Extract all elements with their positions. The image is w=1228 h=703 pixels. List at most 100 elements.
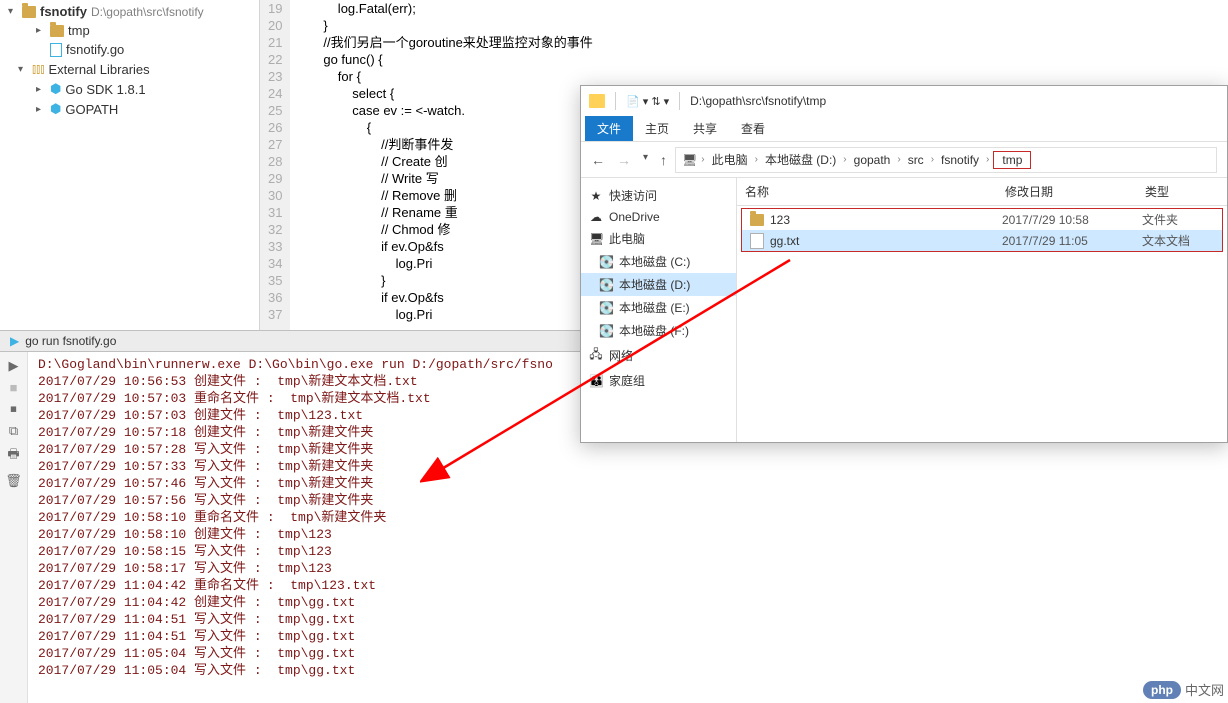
nav-item-label: 本地磁盘 (F:) xyxy=(619,322,689,339)
file-date: 2017/7/29 10:58 xyxy=(1002,213,1142,227)
rerun-icon[interactable]: ▶ xyxy=(9,358,19,374)
chevron-icon: ▸ xyxy=(36,104,46,115)
nav-item-label: 本地磁盘 (D:) xyxy=(619,276,690,293)
php-badge: php xyxy=(1143,681,1181,699)
explorer-titlebar[interactable]: 📄 ▾ ⇅ ▾ D:\gopath\src\fsnotify\tmp xyxy=(581,86,1227,116)
nav-back-icon[interactable]: ← xyxy=(591,152,605,168)
ribbon-tab-主页[interactable]: 主页 xyxy=(633,116,681,141)
nav-history-icon[interactable]: ▾ xyxy=(643,152,648,168)
nav-pane-item[interactable]: 💽 本地磁盘 (F:) xyxy=(581,319,736,342)
breadcrumb-item[interactable]: tmp xyxy=(993,151,1031,169)
line-gutter: 19202122232425262728293031323334353637 xyxy=(260,0,290,330)
file-row[interactable]: gg.txt 2017/7/29 11:05文本文档 xyxy=(742,230,1222,251)
tree-item-label: fsnotify.go xyxy=(66,42,124,57)
project-sidebar: ▾ fsnotify D:\gopath\src\fsnotify ▸ tmp fs… xyxy=(0,0,260,330)
explorer-file-list[interactable]: 名称 修改日期 类型 123 2017/7/29 10:58文件夹 gg.txt 20… xyxy=(737,178,1227,442)
file-row[interactable]: 123 2017/7/29 10:58文件夹 xyxy=(742,209,1222,230)
ribbon-tab-查看[interactable]: 查看 xyxy=(729,116,777,141)
console-toolbar: ▶ ■ ⏹ ⧉ 🖶 🗑 xyxy=(0,352,28,703)
nav-item-icon: 👪 xyxy=(589,374,603,388)
col-type[interactable]: 类型 xyxy=(1137,178,1217,205)
breadcrumb-item[interactable]: 本地磁盘 (D:) xyxy=(762,151,839,168)
watermark-logo: php 中文网 xyxy=(1143,680,1224,699)
nav-item-label: 网络 xyxy=(609,347,633,364)
nav-pane-item[interactable]: ☁OneDrive xyxy=(581,207,736,227)
exit-icon[interactable]: ⏹ xyxy=(10,401,17,417)
col-name[interactable]: 名称 xyxy=(737,178,997,205)
external-libs-label: External Libraries xyxy=(48,62,149,77)
sdk-icon: ⬢ xyxy=(50,81,61,97)
chevron-down-icon: ▾ xyxy=(8,6,18,17)
nav-item-icon: 💽 xyxy=(599,324,613,338)
tree-item-fsnotify.go[interactable]: fsnotify.go xyxy=(0,40,259,59)
file-type: 文件夹 xyxy=(1142,211,1222,228)
lib-item[interactable]: ▸ ⬢ Go SDK 1.8.1 xyxy=(0,79,259,99)
nav-pane-item[interactable]: 💽本地磁盘 (C:) xyxy=(581,250,736,273)
nav-up-icon[interactable]: ↑ xyxy=(660,152,667,168)
file-name: 123 xyxy=(770,213,790,227)
title-toolbar-icons: 📄 ▾ ⇅ ▾ xyxy=(626,95,669,108)
file-name: gg.txt xyxy=(770,234,799,248)
nav-pane-item[interactable]: ★ 快速访问 xyxy=(581,184,736,207)
tree-item-tmp[interactable]: ▸ tmp xyxy=(0,21,259,40)
folder-icon xyxy=(22,6,36,18)
nav-item-icon: 🖥 xyxy=(589,232,603,246)
layout-icon[interactable]: ⧉ xyxy=(9,423,18,439)
chevron-down-icon: ▾ xyxy=(18,64,28,75)
breadcrumb-item[interactable]: 此电脑 xyxy=(709,151,751,168)
lib-item[interactable]: ▸⬢GOPATH xyxy=(0,99,259,119)
nav-item-label: 家庭组 xyxy=(609,372,645,389)
nav-item-icon: 💽 xyxy=(599,278,613,292)
nav-item-label: 快速访问 xyxy=(609,187,657,204)
nav-pane-item[interactable]: 💽 本地磁盘 (D:) xyxy=(581,273,736,296)
chevron-icon: ▸ xyxy=(36,25,46,36)
external-libraries[interactable]: ▾ ⫾⫾⫾ External Libraries xyxy=(0,59,259,79)
breadcrumb-item[interactable]: fsnotify xyxy=(938,153,982,167)
library-icon: ⫾⫾⫾ xyxy=(32,61,44,77)
nav-pane-item[interactable]: 🖥 此电脑 xyxy=(581,227,736,250)
ribbon-tab-文件[interactable]: 文件 xyxy=(585,116,633,141)
watermark-text: 中文网 xyxy=(1185,680,1224,699)
nav-item-icon: ★ xyxy=(589,189,603,203)
go-file-icon xyxy=(50,43,62,57)
breadcrumb[interactable]: 🖥 › 此电脑›本地磁盘 (D:)›gopath›src›fsnotify›tm… xyxy=(675,147,1217,173)
lib-label: GOPATH xyxy=(65,102,118,117)
file-date: 2017/7/29 11:05 xyxy=(1002,234,1142,248)
project-root[interactable]: ▾ fsnotify D:\gopath\src\fsnotify xyxy=(0,2,259,21)
breadcrumb-item[interactable]: src xyxy=(905,153,927,167)
ribbon-tab-共享[interactable]: 共享 xyxy=(681,116,729,141)
lib-label: Go SDK 1.8.1 xyxy=(65,82,145,97)
file-explorer-window[interactable]: 📄 ▾ ⇅ ▾ D:\gopath\src\fsnotify\tmp 文件主页共… xyxy=(580,85,1228,443)
explorer-column-headers[interactable]: 名称 修改日期 类型 xyxy=(737,178,1227,206)
nav-forward-icon[interactable]: → xyxy=(617,152,631,168)
print-icon[interactable]: 🖶 xyxy=(7,445,19,467)
explorer-nav-pane: ★快速访问☁OneDrive🖥此电脑💽本地磁盘 (C:)💽本地磁盘 (D:)💽本… xyxy=(581,178,737,442)
nav-item-label: 此电脑 xyxy=(609,230,645,247)
nav-pane-item[interactable]: 🖧 网络 xyxy=(581,342,736,369)
nav-item-icon: 💽 xyxy=(599,255,613,269)
nav-item-label: OneDrive xyxy=(609,210,660,224)
explorer-title-path: D:\gopath\src\fsnotify\tmp xyxy=(690,94,826,108)
folder-icon xyxy=(50,25,64,37)
trash-icon[interactable]: 🗑 xyxy=(5,473,22,489)
stop-icon[interactable]: ■ xyxy=(10,380,18,395)
run-tab-label: go run fsnotify.go xyxy=(25,334,116,348)
explorer-nav-bar: ← → ▾ ↑ 🖥 › 此电脑›本地磁盘 (D:)›gopath›src›fsn… xyxy=(581,142,1227,178)
tree-item-label: tmp xyxy=(68,23,90,38)
pc-icon: 🖥 xyxy=(682,153,697,167)
nav-pane-item[interactable]: 👪 家庭组 xyxy=(581,369,736,392)
file-icon xyxy=(750,233,764,249)
go-run-icon: ▶ xyxy=(10,334,19,348)
explorer-ribbon-tabs: 文件主页共享查看 xyxy=(581,116,1227,142)
folder-icon xyxy=(589,94,605,108)
breadcrumb-item[interactable]: gopath xyxy=(851,153,894,167)
chevron-icon: ▸ xyxy=(36,84,46,95)
nav-item-icon: 🖧 xyxy=(589,345,603,366)
project-path: D:\gopath\src\fsnotify xyxy=(91,5,204,19)
code-content[interactable]: log.Fatal(err); } //我们另启一个goroutine来处理监控… xyxy=(290,0,596,330)
file-type: 文本文档 xyxy=(1142,232,1222,249)
nav-item-label: 本地磁盘 (E:) xyxy=(619,299,690,316)
col-date[interactable]: 修改日期 xyxy=(997,178,1137,205)
folder-icon xyxy=(750,214,764,226)
nav-pane-item[interactable]: 💽本地磁盘 (E:) xyxy=(581,296,736,319)
